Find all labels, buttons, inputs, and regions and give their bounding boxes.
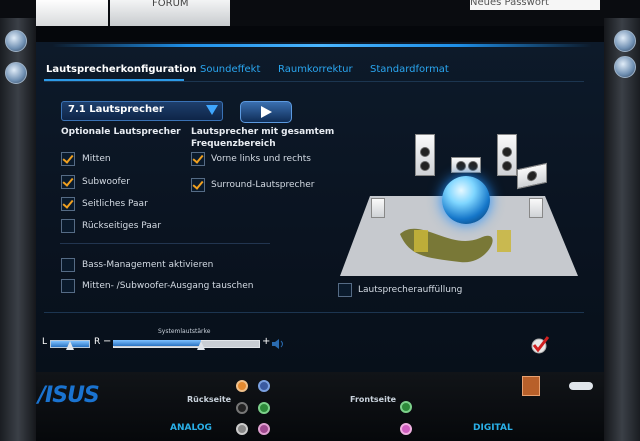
rear-black-jack-icon[interactable] [236, 402, 248, 414]
volume-plus[interactable]: + [262, 336, 270, 347]
tab-soundeffekt[interactable]: Soundeffekt [200, 64, 260, 75]
info-icon[interactable] [5, 62, 27, 84]
rear-left-speaker[interactable] [414, 230, 428, 252]
front-right-speaker[interactable] [497, 134, 517, 176]
checkbox-seitliches-paar[interactable] [61, 197, 75, 211]
play-icon [261, 106, 272, 118]
checkbox-subwoofer[interactable] [61, 175, 75, 189]
chevron-down-icon [206, 105, 218, 115]
right-rail [604, 18, 640, 441]
tab-lautsprecherkonfiguration[interactable]: Lautsprecherkonfiguration [46, 64, 197, 75]
checkbox-swap-output[interactable] [61, 279, 75, 293]
balance-right-label: R [94, 337, 101, 347]
rear-right-speaker[interactable] [497, 230, 511, 252]
front-pink-jack-icon[interactable] [400, 423, 412, 435]
front-label: Frontseite [350, 395, 397, 404]
side-right-speaker[interactable] [529, 198, 543, 218]
digital-label: DIGITAL [473, 423, 513, 433]
options-divider [60, 243, 270, 244]
center-speaker[interactable] [451, 157, 481, 173]
label-mitten: Mitten [82, 154, 111, 164]
volume-minus[interactable]: − [103, 336, 111, 347]
label-vorne: Vorne links und rechts [211, 154, 311, 164]
checkbox-surround[interactable] [191, 178, 205, 192]
label-speaker-fill: Lautsprecherauffüllung [358, 285, 463, 295]
label-surround: Surround-Lautsprecher [211, 180, 315, 190]
settings-gear-icon[interactable] [5, 30, 27, 52]
checkbox-mitten[interactable] [61, 152, 75, 166]
volume-divider [44, 312, 584, 313]
label-rueckseitiges-paar: Rückseitiges Paar [82, 221, 162, 231]
volume-fill [113, 340, 201, 346]
rear-gray-jack-icon[interactable] [236, 423, 248, 435]
top-forum-tab[interactable]: FORUM [110, 0, 230, 26]
password-label: Neues Passwort [470, 0, 549, 8]
tab-raumkorrektur[interactable]: Raumkorrektur [278, 64, 353, 75]
speaker-config-select[interactable]: 7.1 Lautsprecher [61, 101, 223, 121]
minimize-icon[interactable] [614, 56, 636, 78]
analog-label: ANALOG [170, 423, 212, 433]
optional-speakers-heading: Optionale Lautsprecher [61, 127, 181, 137]
label-swap-output: Mitten- /Subwoofer-Ausgang tauschen [82, 281, 254, 291]
fullrange-heading-1: Lautsprecher mit gesamtem [191, 127, 335, 137]
checkbox-vorne[interactable] [191, 152, 205, 166]
checkbox-bass-management[interactable] [61, 258, 75, 272]
forum-label: FORUM [152, 0, 189, 9]
top-right-tab[interactable]: Neues Passwort [470, 0, 600, 10]
speaker-config-value: 7.1 Lautsprecher [68, 104, 164, 115]
volume-caption: Systemlautstärke [158, 328, 211, 335]
rear-pink-jack-icon[interactable] [258, 423, 270, 435]
top-left-panel [36, 0, 108, 26]
side-left-speaker[interactable] [371, 198, 385, 218]
brand-logo: /ISUS [38, 383, 100, 408]
wrench-icon[interactable] [569, 382, 593, 390]
label-bass-management: Bass-Management aktivieren [82, 260, 214, 270]
volume-thumb[interactable] [197, 341, 205, 350]
rear-green-jack-icon[interactable] [258, 402, 270, 414]
balance-left-label: L [42, 337, 48, 347]
fullrange-heading-2: Frequenzbereich [191, 139, 276, 149]
front-green-jack-icon[interactable] [400, 401, 412, 413]
close-icon[interactable] [614, 30, 636, 52]
rear-blue-jack-icon[interactable] [258, 380, 270, 392]
play-test-button[interactable] [240, 101, 292, 123]
rear-label: Rückseite [187, 395, 232, 404]
checkbox-speaker-fill[interactable] [338, 283, 352, 297]
tab-standardformat[interactable]: Standardformat [370, 64, 449, 75]
speaker-icon[interactable] [272, 339, 286, 349]
front-left-speaker[interactable] [415, 134, 435, 176]
digital-port-icon[interactable] [522, 376, 540, 396]
rear-orange-jack-icon[interactable] [236, 380, 248, 392]
listener-orb[interactable] [442, 176, 490, 224]
label-subwoofer: Subwoofer [82, 177, 130, 187]
glow-divider [52, 44, 592, 47]
label-seitliches-paar: Seitliches Paar [82, 199, 148, 209]
tabbar-line [44, 81, 584, 82]
checkbox-rueckseitiges-paar[interactable] [61, 219, 75, 233]
apply-check-icon[interactable] [530, 336, 550, 354]
bottom-panel [36, 372, 604, 441]
balance-thumb[interactable] [66, 341, 74, 350]
